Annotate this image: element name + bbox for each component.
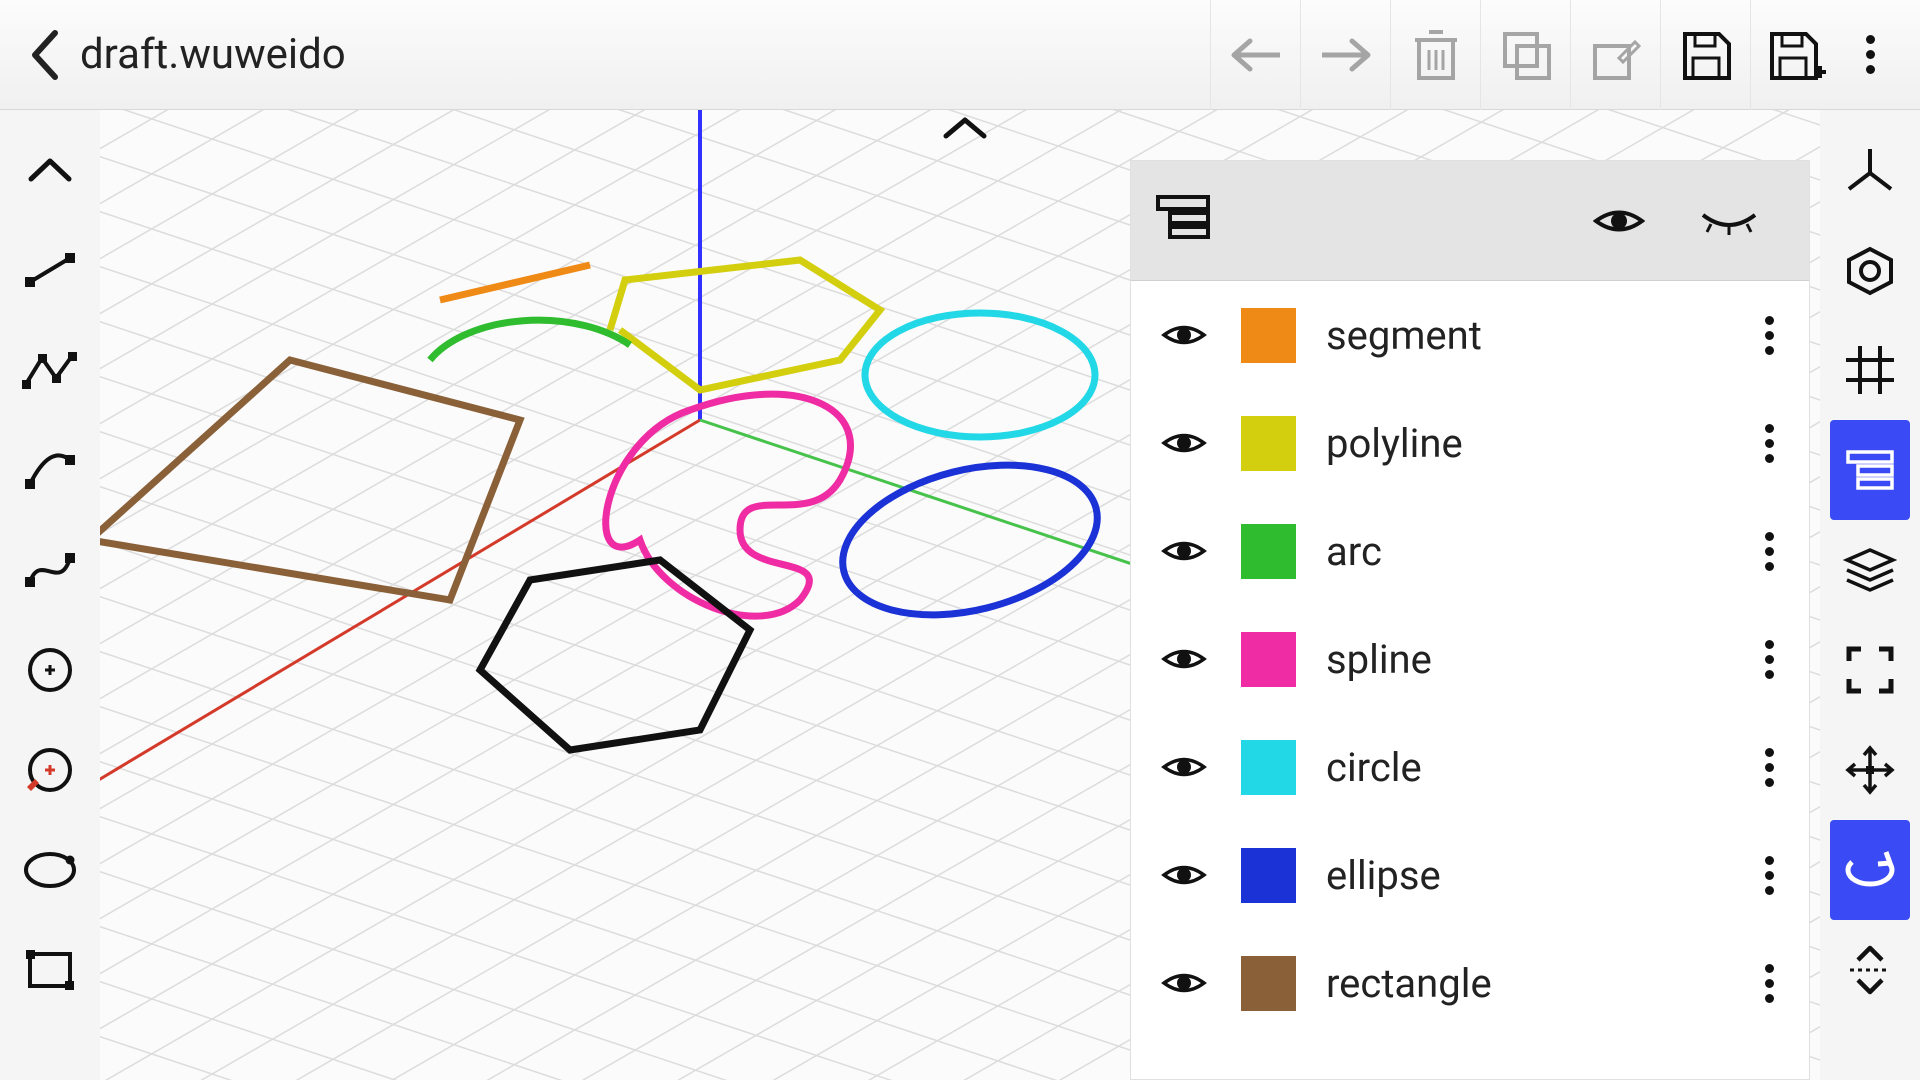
inspect-icon[interactable]	[1830, 220, 1910, 320]
shape-circle[interactable]	[865, 313, 1095, 437]
shape-polyline[interactable]	[610, 260, 880, 390]
layer-row[interactable]: polyline	[1131, 389, 1809, 497]
axes-view-icon[interactable]	[1830, 120, 1910, 220]
layer-visibility-toggle[interactable]	[1156, 968, 1211, 998]
layer-color-swatch[interactable]	[1241, 740, 1296, 795]
layer-visibility-toggle[interactable]	[1156, 428, 1211, 458]
left-toolbar	[0, 110, 100, 1080]
top-toolbar: draft.wuweido	[0, 0, 1920, 110]
rotate-icon[interactable]	[1830, 820, 1910, 920]
layer-name: rectangle	[1326, 960, 1754, 1007]
arc-tool[interactable]	[10, 420, 90, 520]
shape-segment[interactable]	[440, 265, 590, 300]
layer-color-swatch[interactable]	[1241, 416, 1296, 471]
polyline-tool[interactable]	[10, 320, 90, 420]
layer-row[interactable]: segment	[1131, 281, 1809, 389]
layer-row[interactable]: rectangle	[1131, 929, 1809, 1037]
layer-row[interactable]: circle	[1131, 713, 1809, 821]
layer-row[interactable]: ellipse	[1131, 821, 1809, 929]
rectangle-tool[interactable]	[10, 920, 90, 1020]
show-all-button[interactable]	[1589, 204, 1649, 238]
edit-button[interactable]	[1570, 0, 1660, 110]
layer-color-swatch[interactable]	[1241, 956, 1296, 1011]
layer-row[interactable]: spline	[1131, 605, 1809, 713]
layers-list: segment polyline arc spline circle ellipse rec…	[1131, 281, 1809, 1079]
layer-menu-button[interactable]	[1754, 964, 1784, 1003]
layer-name: arc	[1326, 528, 1754, 575]
layer-color-swatch[interactable]	[1241, 848, 1296, 903]
back-button[interactable]	[20, 30, 70, 80]
layer-menu-button[interactable]	[1754, 856, 1784, 895]
layers-panel-header	[1131, 161, 1809, 281]
grid-toggle-icon[interactable]	[1830, 320, 1910, 420]
layer-menu-button[interactable]	[1754, 424, 1784, 463]
layer-color-swatch[interactable]	[1241, 632, 1296, 687]
layer-menu-button[interactable]	[1754, 640, 1784, 679]
redo-button[interactable]	[1300, 0, 1390, 110]
layer-menu-button[interactable]	[1754, 532, 1784, 571]
layer-visibility-toggle[interactable]	[1156, 644, 1211, 674]
circle-tool[interactable]	[10, 620, 90, 720]
circle-edge-tool[interactable]	[10, 720, 90, 820]
collapse-up-icon[interactable]	[10, 120, 90, 220]
line-tool[interactable]	[10, 220, 90, 320]
layer-color-swatch[interactable]	[1241, 308, 1296, 363]
layer-visibility-toggle[interactable]	[1156, 320, 1211, 350]
layer-name: circle	[1326, 744, 1754, 791]
menu-button[interactable]	[1840, 0, 1900, 110]
collapse-canvas-button[interactable]	[940, 114, 990, 146]
delete-button[interactable]	[1390, 0, 1480, 110]
shape-hexagon[interactable]	[480, 560, 750, 750]
document-title: draft.wuweido	[80, 30, 346, 79]
layer-visibility-toggle[interactable]	[1156, 752, 1211, 782]
layer-row[interactable]: arc	[1131, 497, 1809, 605]
save-button[interactable]	[1660, 0, 1750, 110]
layers-stack-icon[interactable]	[1830, 520, 1910, 620]
spline-tool[interactable]	[10, 520, 90, 620]
layers-panel: segment polyline arc spline circle ellipse rec…	[1130, 160, 1810, 1080]
layer-name: segment	[1326, 312, 1754, 359]
layer-menu-button[interactable]	[1754, 748, 1784, 787]
layer-color-swatch[interactable]	[1241, 524, 1296, 579]
fullscreen-icon[interactable]	[1830, 620, 1910, 720]
shape-arc[interactable]	[430, 320, 630, 360]
ellipse-tool[interactable]	[10, 820, 90, 920]
layers-panel-button[interactable]	[1830, 420, 1910, 520]
hide-all-button[interactable]	[1699, 207, 1759, 235]
layer-name: polyline	[1326, 420, 1754, 467]
layer-name: ellipse	[1326, 852, 1754, 899]
right-toolbar	[1820, 110, 1920, 1080]
layer-visibility-toggle[interactable]	[1156, 536, 1211, 566]
flip-vertical-icon[interactable]	[1830, 920, 1910, 1020]
save-as-button[interactable]	[1750, 0, 1840, 110]
layer-visibility-toggle[interactable]	[1156, 860, 1211, 890]
layer-name: spline	[1326, 636, 1754, 683]
move-icon[interactable]	[1830, 720, 1910, 820]
copy-button[interactable]	[1480, 0, 1570, 110]
shape-spline[interactable]	[606, 394, 851, 616]
layers-header-icon	[1156, 193, 1211, 248]
shape-ellipse[interactable]	[827, 441, 1113, 640]
layer-menu-button[interactable]	[1754, 316, 1784, 355]
undo-button[interactable]	[1210, 0, 1300, 110]
